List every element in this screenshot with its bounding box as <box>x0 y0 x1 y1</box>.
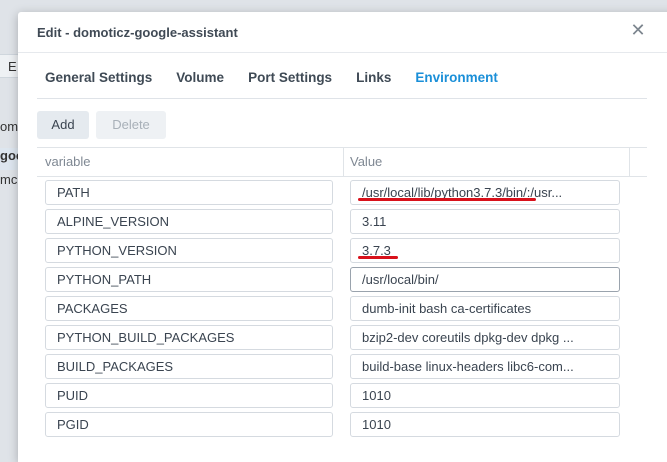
tab-bar: General Settings Volume Port Settings Li… <box>45 70 522 85</box>
value-input[interactable]: /usr/local/lib/python3.7.3/bin/:/usr... <box>350 180 620 205</box>
tab-port-settings[interactable]: Port Settings <box>248 70 332 85</box>
tab-volume[interactable]: Volume <box>176 70 224 85</box>
background-text: goo <box>0 148 18 170</box>
title-divider <box>18 52 667 53</box>
column-header-variable[interactable]: variable <box>45 154 91 169</box>
variable-input[interactable]: PACKAGES <box>45 296 333 321</box>
tab-general-settings[interactable]: General Settings <box>45 70 152 85</box>
value-input[interactable]: dumb-init bash ca-certificates <box>350 296 620 321</box>
table-row: BUILD_PACKAGES build-base linux-headers … <box>37 351 647 380</box>
delete-button[interactable]: Delete <box>96 111 166 139</box>
table-row: PACKAGES dumb-init bash ca-certificates <box>37 293 647 322</box>
background-text: mc <box>0 172 18 187</box>
add-button[interactable]: Add <box>37 111 89 139</box>
variable-input[interactable]: PYTHON_VERSION <box>45 238 333 263</box>
close-icon[interactable]: ✕ <box>630 21 646 39</box>
dialog-title: Edit - domoticz-google-assistant <box>37 25 238 40</box>
environment-table: variable Value PATH /usr/local/lib/pytho… <box>37 147 647 438</box>
value-input[interactable]: 3.11 <box>350 209 620 234</box>
table-header: variable Value <box>37 147 647 177</box>
value-input[interactable]: /usr/local/bin/ <box>350 267 620 292</box>
tab-divider <box>37 98 647 99</box>
value-input[interactable]: 3.7.3 <box>350 238 620 263</box>
table-row: PATH /usr/local/lib/python3.7.3/bin/:/us… <box>37 177 647 206</box>
annotation-underline <box>358 256 398 259</box>
value-input[interactable]: build-base linux-headers libc6-com... <box>350 354 620 379</box>
variable-input[interactable]: PUID <box>45 383 333 408</box>
table-row: PGID 1010 <box>37 409 647 438</box>
variable-input[interactable]: BUILD_PACKAGES <box>45 354 333 379</box>
table-row: PUID 1010 <box>37 380 647 409</box>
table-row: ALPINE_VERSION 3.11 <box>37 206 647 235</box>
table-row: PYTHON_PATH /usr/local/bin/ <box>37 264 647 293</box>
table-row: PYTHON_VERSION 3.7.3 <box>37 235 647 264</box>
variable-input[interactable]: ALPINE_VERSION <box>45 209 333 234</box>
tab-environment[interactable]: Environment <box>415 70 498 85</box>
background-button: E <box>0 54 20 78</box>
variable-input[interactable]: PATH <box>45 180 333 205</box>
value-input[interactable]: bzip2-dev coreutils dpkg-dev dpkg ... <box>350 325 620 350</box>
edit-container-dialog: Edit - domoticz-google-assistant ✕ Gener… <box>18 12 667 462</box>
tab-links[interactable]: Links <box>356 70 391 85</box>
value-input[interactable]: 1010 <box>350 383 620 408</box>
variable-input[interactable]: PYTHON_PATH <box>45 267 333 292</box>
variable-input[interactable]: PYTHON_BUILD_PACKAGES <box>45 325 333 350</box>
table-row: PYTHON_BUILD_PACKAGES bzip2-dev coreutil… <box>37 322 647 351</box>
variable-input[interactable]: PGID <box>45 412 333 437</box>
column-header-value[interactable]: Value <box>350 154 382 169</box>
column-divider <box>629 148 630 176</box>
value-input[interactable]: 1010 <box>350 412 620 437</box>
annotation-underline <box>358 198 536 201</box>
background-text: om <box>0 119 18 134</box>
column-divider <box>343 148 344 176</box>
